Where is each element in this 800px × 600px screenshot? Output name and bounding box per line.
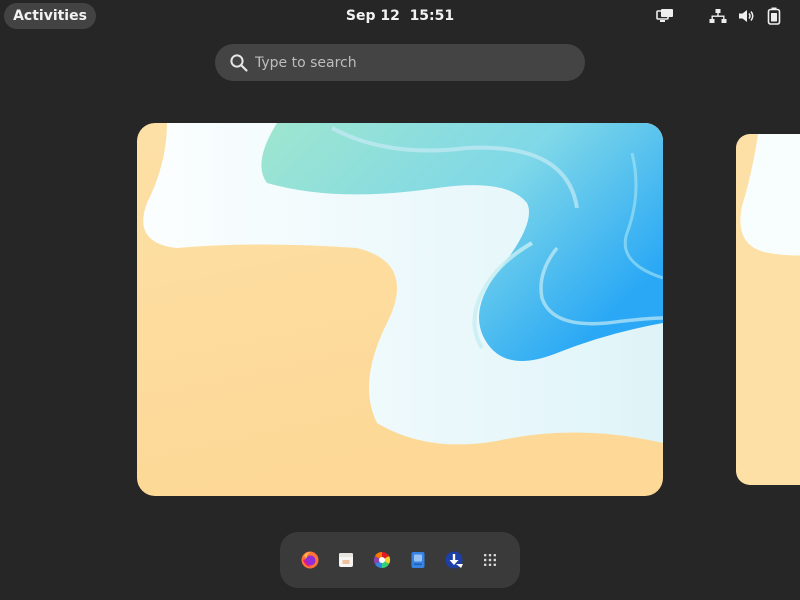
dash-notes[interactable] (403, 545, 433, 575)
show-apps-button[interactable] (475, 545, 505, 575)
overview-screen: Activities Sep 12 15:51 (0, 0, 800, 600)
dash-calendar[interactable] (331, 545, 361, 575)
wallpaper-beach-preview (736, 134, 800, 485)
app-grid-icon (484, 554, 496, 566)
firefox-icon (301, 551, 319, 569)
notes-icon (411, 552, 425, 568)
workspace-thumbnail-next[interactable] (736, 134, 800, 485)
search-bar[interactable] (215, 44, 585, 81)
search-icon (230, 54, 248, 72)
top-bar: Activities Sep 12 15:51 (0, 0, 800, 32)
software-installer-icon (445, 551, 463, 569)
network-icon[interactable] (709, 0, 727, 32)
wallpaper-beach (137, 123, 663, 496)
search-input[interactable] (255, 44, 575, 81)
volume-icon[interactable] (738, 0, 756, 32)
dash-firefox[interactable] (295, 545, 325, 575)
clock[interactable]: Sep 12 15:51 (330, 0, 470, 32)
dash (280, 532, 520, 588)
dash-color-picker[interactable] (367, 545, 397, 575)
workspace-thumbnail-current[interactable] (137, 123, 663, 496)
screen-share-icon[interactable] (656, 0, 674, 32)
calendar-icon (339, 553, 353, 567)
dash-software-installer[interactable] (439, 545, 469, 575)
activities-button[interactable]: Activities (4, 3, 96, 29)
battery-icon[interactable] (767, 0, 781, 32)
color-wheel-icon (373, 551, 391, 569)
